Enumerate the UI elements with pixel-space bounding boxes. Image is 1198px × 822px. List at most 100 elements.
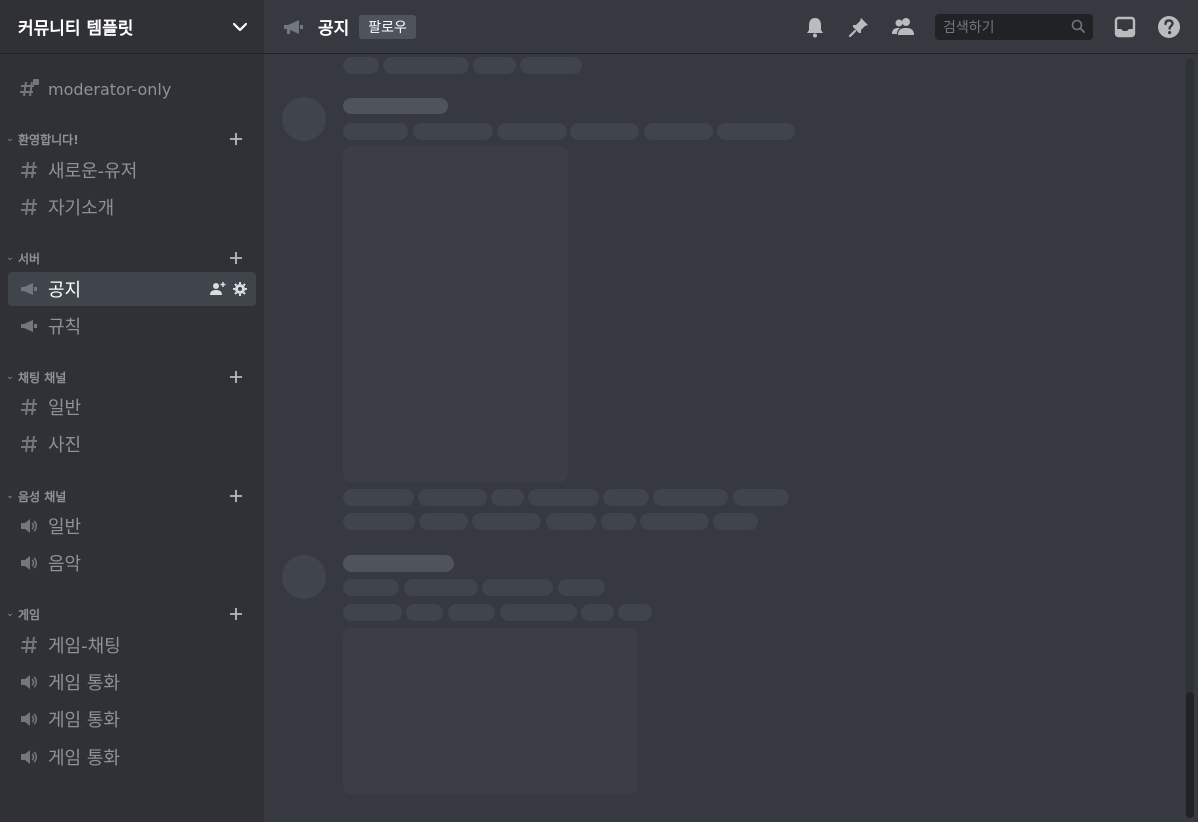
skeleton-line	[404, 579, 478, 596]
skeleton-username	[343, 555, 454, 572]
channel-label: 사진	[48, 435, 82, 456]
skeleton-line	[717, 123, 795, 140]
hashtag-icon	[18, 396, 40, 418]
skeleton-line	[520, 57, 582, 74]
channel-label: 게임 통화	[48, 673, 120, 694]
category-game[interactable]: ⌄ 게임	[4, 604, 256, 624]
category-server[interactable]: ⌄ 서버	[4, 248, 256, 268]
megaphone-icon	[282, 15, 306, 39]
skeleton-line	[343, 604, 402, 621]
channel-label: 게임 통화	[48, 748, 120, 769]
skeleton-line	[482, 579, 553, 596]
skeleton-image	[343, 146, 568, 482]
skeleton-line	[473, 57, 516, 74]
channel-label: 일반	[48, 517, 82, 538]
channel-label: moderator-only	[48, 79, 172, 99]
server-name: 커뮤니티 템플릿	[18, 19, 134, 39]
skeleton-line	[601, 513, 636, 530]
help-icon[interactable]	[1157, 15, 1181, 39]
voice-channel-game-3[interactable]: 게임 통화	[8, 740, 256, 774]
skeleton-line	[640, 513, 709, 530]
members-icon[interactable]	[891, 15, 915, 39]
category-label: 음성 채널	[18, 489, 67, 504]
channel-photos[interactable]: 사진	[8, 427, 256, 461]
megaphone-icon	[18, 315, 40, 337]
channel-general[interactable]: 일반	[8, 390, 256, 424]
hashtag-icon	[18, 159, 40, 181]
skeleton-line	[343, 579, 399, 596]
skeleton-line	[472, 513, 541, 530]
channel-label: 공지	[48, 280, 82, 301]
channel-announcements[interactable]: 공지	[8, 272, 256, 306]
channel-new-users[interactable]: 새로운-유저	[8, 153, 256, 187]
speaker-icon	[18, 746, 40, 768]
locked-hashtag-icon	[18, 78, 40, 100]
channel-sidebar: 커뮤니티 템플릿 moderator-only ⌄ 환영합니다! 새로운-유저 …	[0, 0, 264, 822]
bell-icon[interactable]	[803, 15, 827, 39]
channel-label: 일반	[48, 398, 82, 419]
inbox-icon[interactable]	[1113, 15, 1137, 39]
skeleton-line	[653, 489, 728, 506]
voice-channel-music[interactable]: 음악	[8, 546, 256, 580]
add-channel-icon[interactable]	[226, 604, 246, 624]
skeleton-line	[618, 604, 652, 621]
speaker-icon	[18, 708, 40, 730]
channel-label: 게임-채팅	[48, 636, 121, 657]
add-channel-icon[interactable]	[226, 248, 246, 268]
channel-label: 자기소개	[48, 198, 115, 219]
skeleton-line	[419, 513, 468, 530]
chevron-down-icon[interactable]	[232, 19, 248, 35]
skeleton-line	[343, 123, 408, 140]
avatar-placeholder	[282, 555, 326, 599]
scrollbar-thumb[interactable]	[1186, 692, 1194, 818]
skeleton-line	[733, 489, 789, 506]
voice-channel-game-1[interactable]: 게임 통화	[8, 665, 256, 699]
chevron-down-icon: ⌄	[6, 253, 14, 263]
skeleton-line	[558, 579, 605, 596]
add-channel-icon[interactable]	[226, 486, 246, 506]
channel-label: 음악	[48, 554, 82, 575]
add-channel-icon[interactable]	[226, 367, 246, 387]
follow-button[interactable]: 팔로우	[359, 14, 416, 39]
message-list-loading	[264, 54, 1184, 822]
speaker-icon	[18, 515, 40, 537]
search-input[interactable]: 검색하기	[935, 14, 1093, 40]
channel-label: 새로운-유저	[48, 161, 138, 182]
skeleton-line	[343, 513, 415, 530]
voice-channel-game-2[interactable]: 게임 통화	[8, 702, 256, 736]
category-label: 서버	[18, 251, 41, 266]
skeleton-line	[713, 513, 758, 530]
skeleton-line	[343, 489, 414, 506]
category-voice[interactable]: ⌄ 음성 채널	[4, 486, 256, 506]
category-chat[interactable]: ⌄ 채팅 채널	[4, 367, 256, 387]
channel-rules[interactable]: 규칙	[8, 309, 256, 343]
skeleton-line	[413, 123, 493, 140]
skeleton-line	[383, 57, 469, 74]
category-label: 게임	[18, 607, 41, 622]
chevron-down-icon: ⌄	[6, 372, 14, 382]
gear-icon[interactable]	[232, 281, 248, 301]
search-icon	[1071, 18, 1085, 37]
channel-self-intro[interactable]: 자기소개	[8, 190, 256, 224]
chevron-down-icon: ⌄	[6, 609, 14, 619]
skeleton-line	[448, 604, 495, 621]
skeleton-username	[343, 98, 448, 114]
megaphone-icon	[18, 278, 40, 300]
chevron-down-icon: ⌄	[6, 491, 14, 501]
add-channel-icon[interactable]	[226, 129, 246, 149]
hashtag-icon	[18, 196, 40, 218]
category-label: 채팅 채널	[18, 370, 67, 385]
skeleton-line	[343, 57, 379, 74]
channel-moderator-only[interactable]: moderator-only	[8, 72, 256, 106]
chevron-down-icon: ⌄	[6, 134, 14, 144]
skeleton-line	[500, 604, 577, 621]
skeleton-image	[343, 628, 638, 794]
server-header[interactable]: 커뮤니티 템플릿	[0, 0, 264, 54]
invite-user-icon[interactable]	[210, 281, 226, 301]
hashtag-icon	[18, 433, 40, 455]
voice-channel-general[interactable]: 일반	[8, 509, 256, 543]
category-welcome[interactable]: ⌄ 환영합니다!	[4, 129, 256, 149]
pin-icon[interactable]	[847, 15, 871, 39]
channel-game-chat[interactable]: 게임-채팅	[8, 628, 256, 662]
category-label: 환영합니다!	[18, 132, 79, 147]
